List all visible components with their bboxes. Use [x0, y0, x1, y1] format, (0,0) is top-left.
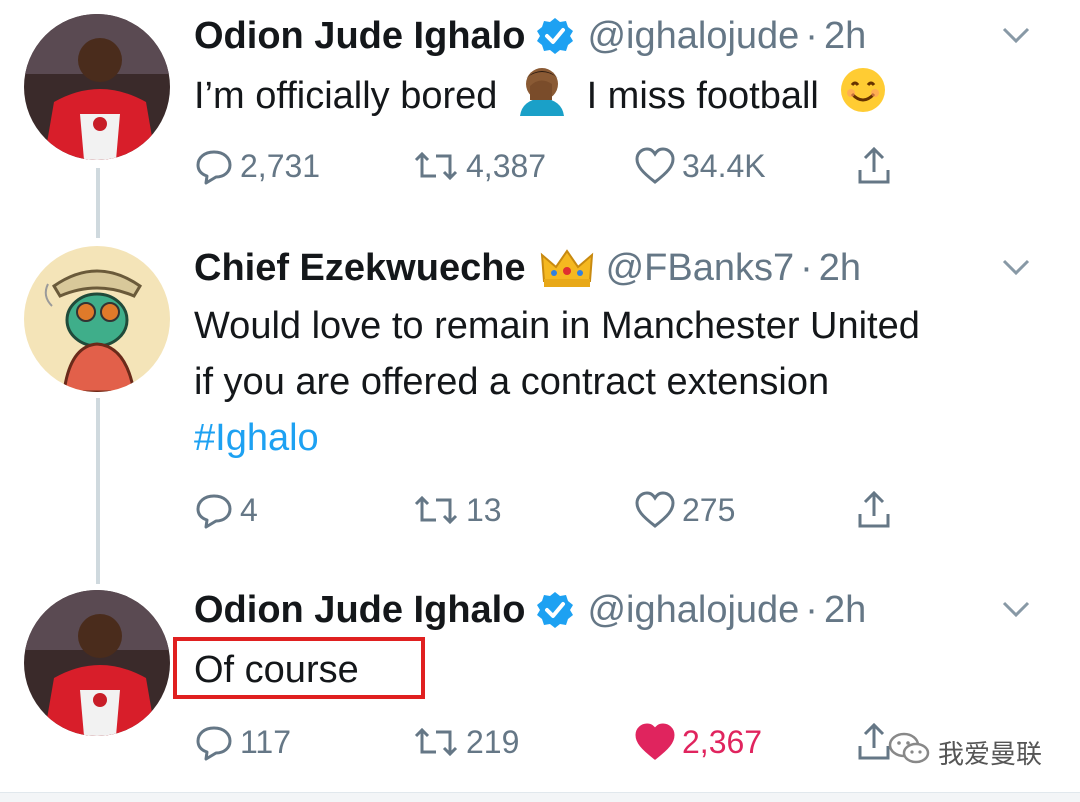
- like-count: 2,367: [682, 723, 763, 760]
- chevron-down-icon[interactable]: [998, 252, 1034, 282]
- reply-button[interactable]: 4: [194, 488, 258, 532]
- verified-badge-icon: [535, 16, 575, 56]
- hashtag-link[interactable]: #Ighalo: [194, 410, 319, 466]
- author-name[interactable]: Odion Jude Ighalo: [194, 589, 525, 632]
- tweet-header: Odion Jude Ighalo @ighalojude · 2h: [194, 6, 866, 66]
- share-icon: [854, 490, 894, 530]
- tweet-actions: 2,731 4,387 34.4K: [194, 144, 914, 188]
- author-handle[interactable]: @FBanks7: [606, 247, 795, 290]
- highlight-box: [173, 637, 425, 699]
- reply-icon: [194, 490, 234, 530]
- facepalm-emoji-icon: [516, 64, 568, 132]
- crown-emoji-icon: [540, 247, 594, 289]
- reply-count: 2,731: [240, 147, 321, 184]
- author-name[interactable]: Chief Ezekwueche: [194, 247, 526, 290]
- retweet-button[interactable]: 4,387: [412, 144, 546, 188]
- like-count: 34.4K: [682, 147, 766, 184]
- reply-button[interactable]: 2,731: [194, 144, 320, 188]
- like-button[interactable]: 2,367: [634, 720, 762, 764]
- timestamp[interactable]: 2h: [819, 247, 861, 290]
- retweet-icon: [412, 722, 460, 762]
- tweet-text: I’m officially bored I miss football: [194, 64, 887, 132]
- wechat-icon: [888, 731, 930, 774]
- avatar[interactable]: [24, 246, 170, 392]
- tweet-text-part: I’m officially bored: [194, 75, 498, 118]
- retweet-count: 13: [466, 491, 502, 528]
- like-button[interactable]: 275: [634, 488, 735, 532]
- retweet-button[interactable]: 219: [412, 720, 519, 764]
- tweet-header: Odion Jude Ighalo @ighalojude · 2h: [194, 580, 866, 640]
- avatar[interactable]: [24, 590, 170, 736]
- share-button[interactable]: [854, 488, 894, 532]
- reply-count: 117: [240, 723, 292, 760]
- timestamp[interactable]: 2h: [824, 589, 866, 632]
- separator-dot: ·: [805, 14, 818, 57]
- heart-icon: [634, 146, 676, 186]
- chevron-down-icon[interactable]: [998, 20, 1034, 50]
- retweet-button[interactable]: 13: [412, 488, 502, 532]
- share-button[interactable]: [854, 144, 894, 188]
- tweet-header: Chief Ezekwueche @FBanks7 · 2h: [194, 238, 861, 298]
- retweet-icon: [412, 146, 460, 186]
- tweet-text-line: if you are offered a contract extension: [194, 361, 830, 403]
- retweet-count: 219: [466, 723, 520, 760]
- share-icon: [854, 146, 894, 186]
- reply-icon: [194, 146, 234, 186]
- reply-count: 4: [240, 491, 258, 528]
- heart-icon: [634, 490, 676, 530]
- separator-dot: ·: [800, 246, 813, 289]
- like-button[interactable]: 34.4K: [634, 144, 766, 188]
- tweet-actions: 4 13 275: [194, 488, 914, 532]
- author-handle[interactable]: @ighalojude: [587, 15, 799, 58]
- timestamp[interactable]: 2h: [824, 15, 866, 58]
- retweet-icon: [412, 490, 460, 530]
- tweet[interactable]: Odion Jude Ighalo @ighalojude · 2h I’m o…: [0, 6, 1080, 206]
- avatar[interactable]: [24, 14, 170, 160]
- like-count: 275: [682, 491, 736, 528]
- author-name[interactable]: Odion Jude Ighalo: [194, 15, 525, 58]
- heart-filled-icon: [634, 722, 676, 762]
- watermark-label: 我爱曼联: [938, 738, 1043, 769]
- chevron-down-icon[interactable]: [998, 594, 1034, 624]
- tweet-text-part: I miss football: [586, 75, 819, 118]
- reply-button[interactable]: 117: [194, 720, 291, 764]
- smiling-face-emoji-icon: [839, 66, 887, 130]
- separator-dot: ·: [805, 588, 818, 631]
- verified-badge-icon: [535, 590, 575, 630]
- watermark: 我爱曼联: [888, 730, 1042, 774]
- author-handle[interactable]: @ighalojude: [587, 589, 799, 632]
- tweet-text-line: Would love to remain in Manchester Unite…: [194, 305, 920, 347]
- tweet-actions: 117 219 2,367: [194, 720, 914, 764]
- reply-icon: [194, 722, 234, 762]
- tweet[interactable]: Chief Ezekwueche @FBanks7 · 2h Would lov…: [0, 238, 1080, 558]
- retweet-count: 4,387: [466, 147, 547, 184]
